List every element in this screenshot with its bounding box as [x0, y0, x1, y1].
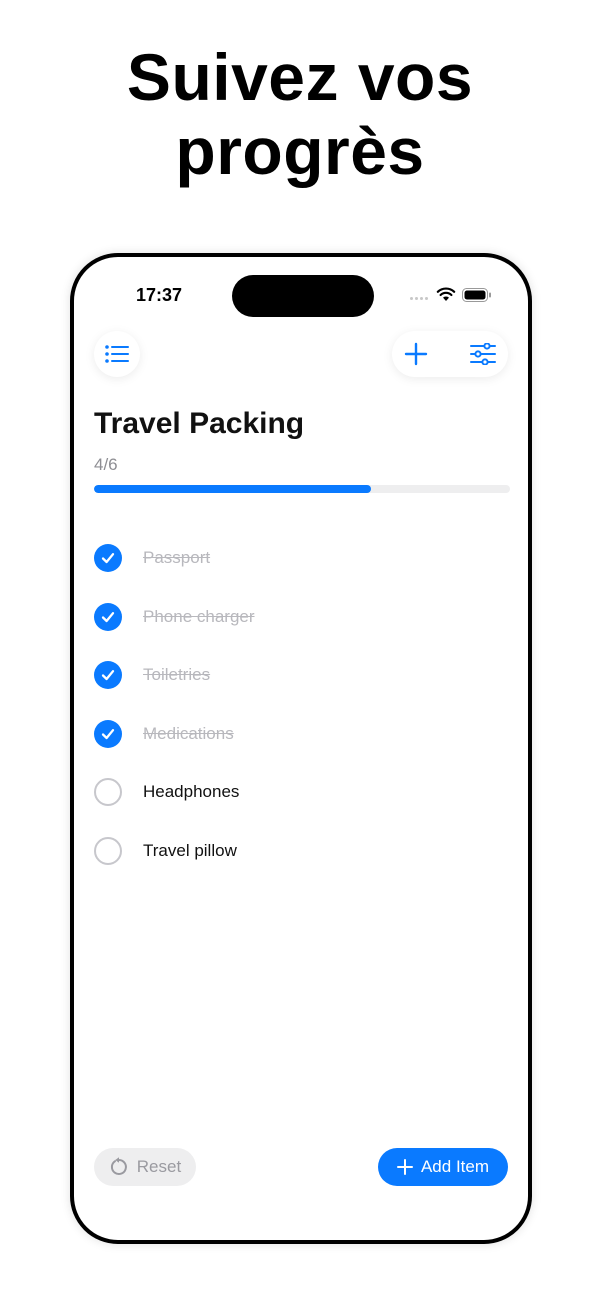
checkmark-icon	[101, 553, 115, 564]
checkmark-icon	[101, 728, 115, 739]
status-icons	[410, 287, 492, 302]
unchecked-circle-icon[interactable]	[94, 778, 122, 807]
list-item[interactable]: Travel pillow	[94, 822, 508, 881]
list-item-label: Toiletries	[143, 665, 211, 685]
add-item-button[interactable]: Add Item	[378, 1148, 508, 1186]
unchecked-circle-icon[interactable]	[94, 836, 122, 865]
checked-circle-icon[interactable]	[94, 544, 122, 573]
phone-frame: 17:37 Travel Packing 4/6 Passport Phone …	[70, 253, 532, 1244]
status-time: 17:37	[136, 285, 183, 305]
dynamic-island	[232, 275, 374, 317]
list-icon	[105, 345, 129, 363]
progress-bar	[94, 485, 510, 493]
reset-arrow-icon	[110, 1157, 127, 1175]
headline-line-1: Suivez vos	[126, 40, 474, 114]
checked-circle-icon[interactable]	[94, 602, 122, 631]
battery-icon	[462, 287, 491, 302]
progress-bar-fill	[94, 485, 372, 493]
list-item-label: Medications	[143, 723, 234, 743]
reset-label: Reset	[136, 1157, 182, 1176]
plus-icon	[404, 342, 428, 366]
add-button[interactable]	[404, 342, 428, 366]
sliders-icon	[470, 343, 496, 365]
list-item[interactable]: Medications	[94, 705, 508, 764]
wifi-icon	[436, 287, 456, 301]
toolbar-actions	[392, 331, 508, 377]
progress-count: 4/6	[94, 455, 118, 474]
list-item-label: Passport	[143, 548, 211, 568]
signal-dots-icon	[410, 289, 428, 300]
filter-button[interactable]	[470, 343, 496, 365]
list-item-label: Headphones	[143, 782, 240, 802]
checkmark-icon	[101, 611, 115, 622]
checked-circle-icon[interactable]	[94, 719, 122, 748]
list-title: Travel Packing	[94, 407, 305, 440]
checkmark-icon	[101, 670, 115, 681]
reset-button[interactable]: Reset	[94, 1148, 196, 1186]
app-screen: 17:37 Travel Packing 4/6 Passport Phone …	[74, 257, 528, 1240]
list-item[interactable]: Phone charger	[94, 588, 508, 647]
list-item-label: Travel pillow	[143, 840, 237, 860]
add-item-label: Add Item	[420, 1157, 490, 1176]
list-item[interactable]: Toiletries	[94, 646, 508, 705]
list-item-label: Phone charger	[143, 606, 255, 626]
checklist: Passport Phone charger Toiletries Medicatio…	[94, 529, 508, 880]
list-item[interactable]: Headphones	[94, 763, 508, 822]
list-item[interactable]: Passport	[94, 529, 508, 588]
list-menu-button[interactable]	[94, 331, 140, 377]
checked-circle-icon[interactable]	[94, 661, 122, 690]
headline-line-2: progrès	[175, 114, 425, 188]
plus-icon	[396, 1159, 413, 1175]
headline: Suivez vos progrès	[0, 40, 600, 188]
